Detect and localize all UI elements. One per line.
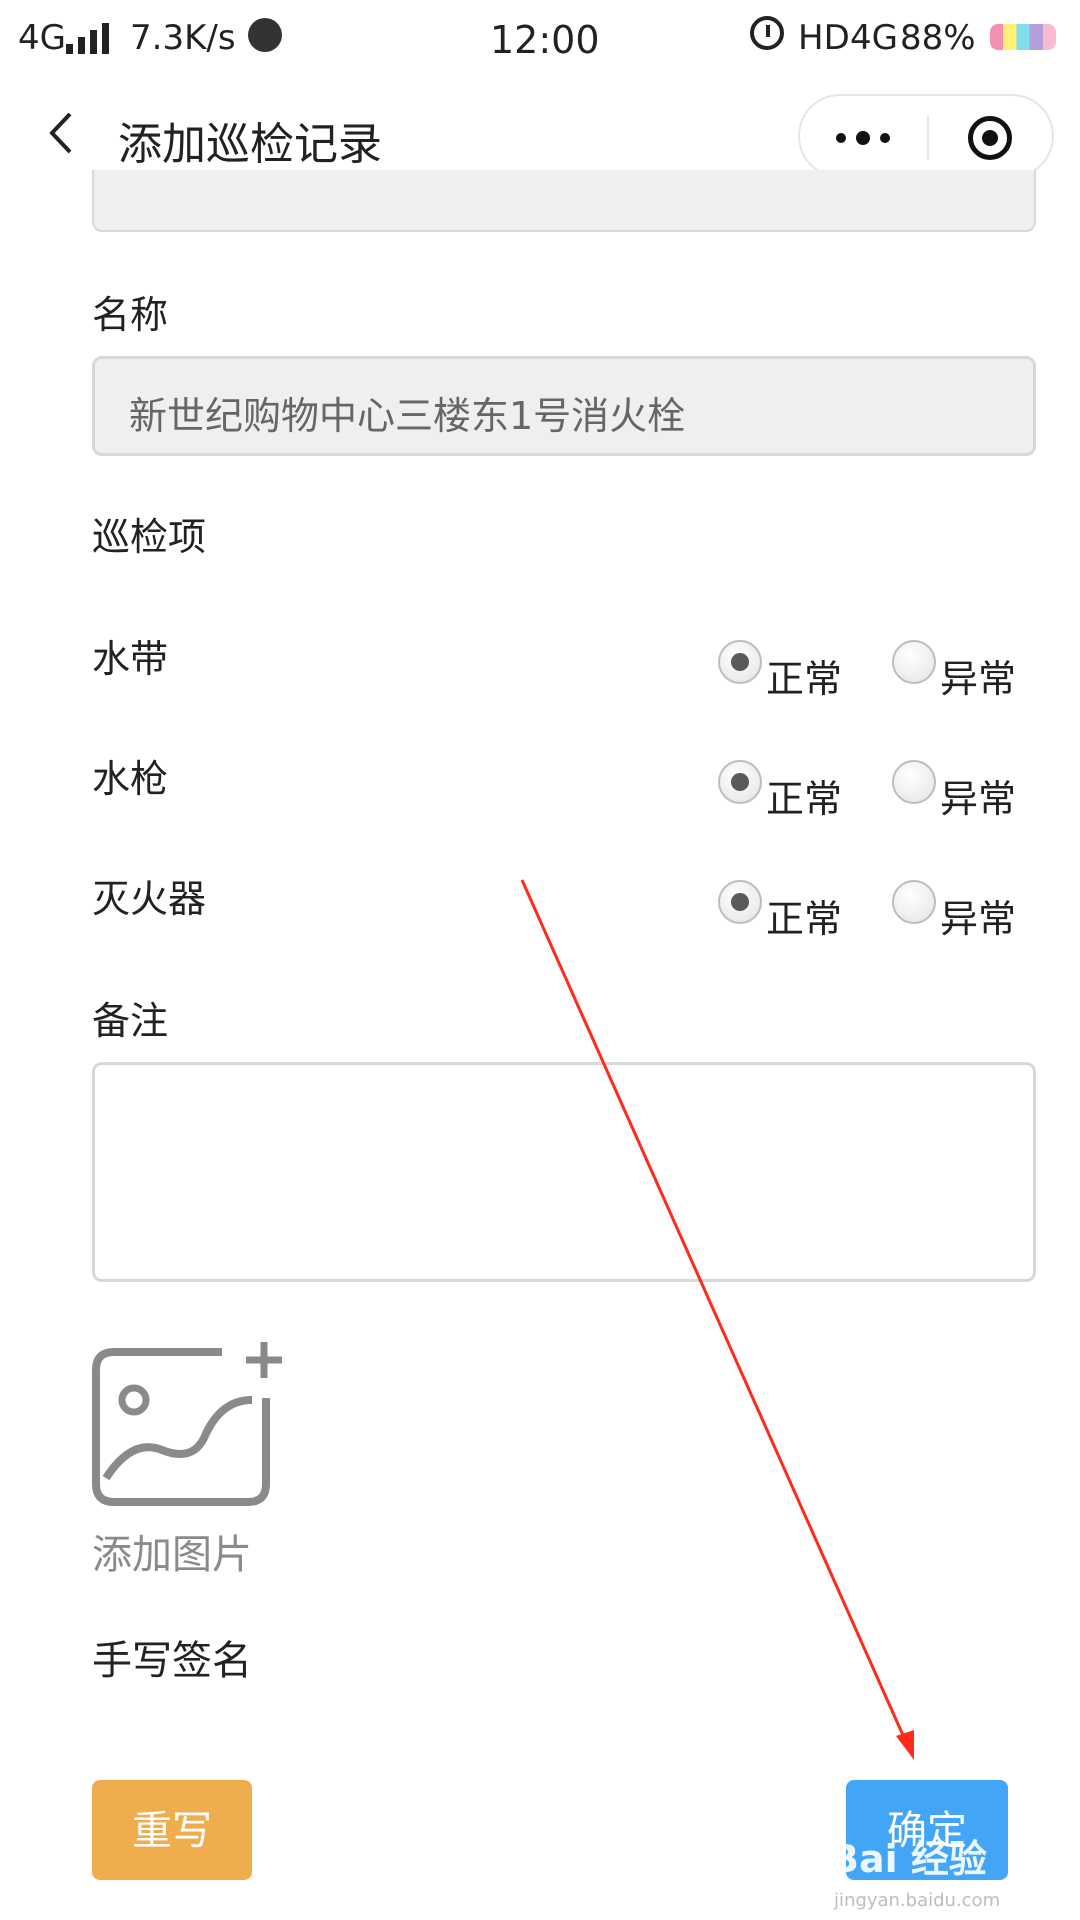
annotation-arrow-icon bbox=[520, 879, 914, 1760]
baidu-watermark: Bai 经验 bbox=[830, 1837, 987, 1881]
watermark-url: jingyan.baidu.com bbox=[834, 1890, 1001, 1911]
